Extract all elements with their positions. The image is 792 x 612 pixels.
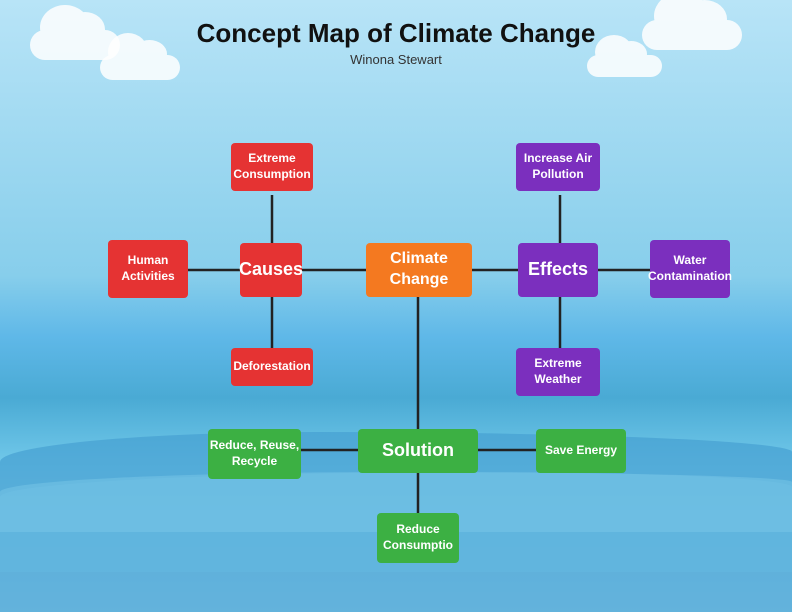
- page-title: Concept Map of Climate Change: [0, 0, 792, 49]
- author-subtitle: Winona Stewart: [0, 52, 792, 67]
- node-extreme-consumption: ExtremeConsumption: [231, 143, 313, 191]
- node-reduce-reuse-recycle: Reduce, Reuse,Recycle: [208, 429, 301, 479]
- concept-map: HumanActivities Causes Climate Change Ef…: [50, 75, 740, 585]
- node-water-contamination: WaterContamination: [650, 240, 730, 298]
- connector-lines: [50, 75, 740, 585]
- node-climate-change: Climate Change: [366, 243, 472, 297]
- node-increase-air-pollution: Increase AirPollution: [516, 143, 600, 191]
- node-solution: Solution: [358, 429, 478, 473]
- node-deforestation: Deforestation: [231, 348, 313, 386]
- node-human-activities: HumanActivities: [108, 240, 188, 298]
- node-reduce-consumption: ReduceConsumptio: [377, 513, 459, 563]
- node-causes: Causes: [240, 243, 302, 297]
- node-effects: Effects: [518, 243, 598, 297]
- node-save-energy: Save Energy: [536, 429, 626, 473]
- node-extreme-weather: ExtremeWeather: [516, 348, 600, 396]
- page-content: Concept Map of Climate Change Winona Ste…: [0, 0, 792, 612]
